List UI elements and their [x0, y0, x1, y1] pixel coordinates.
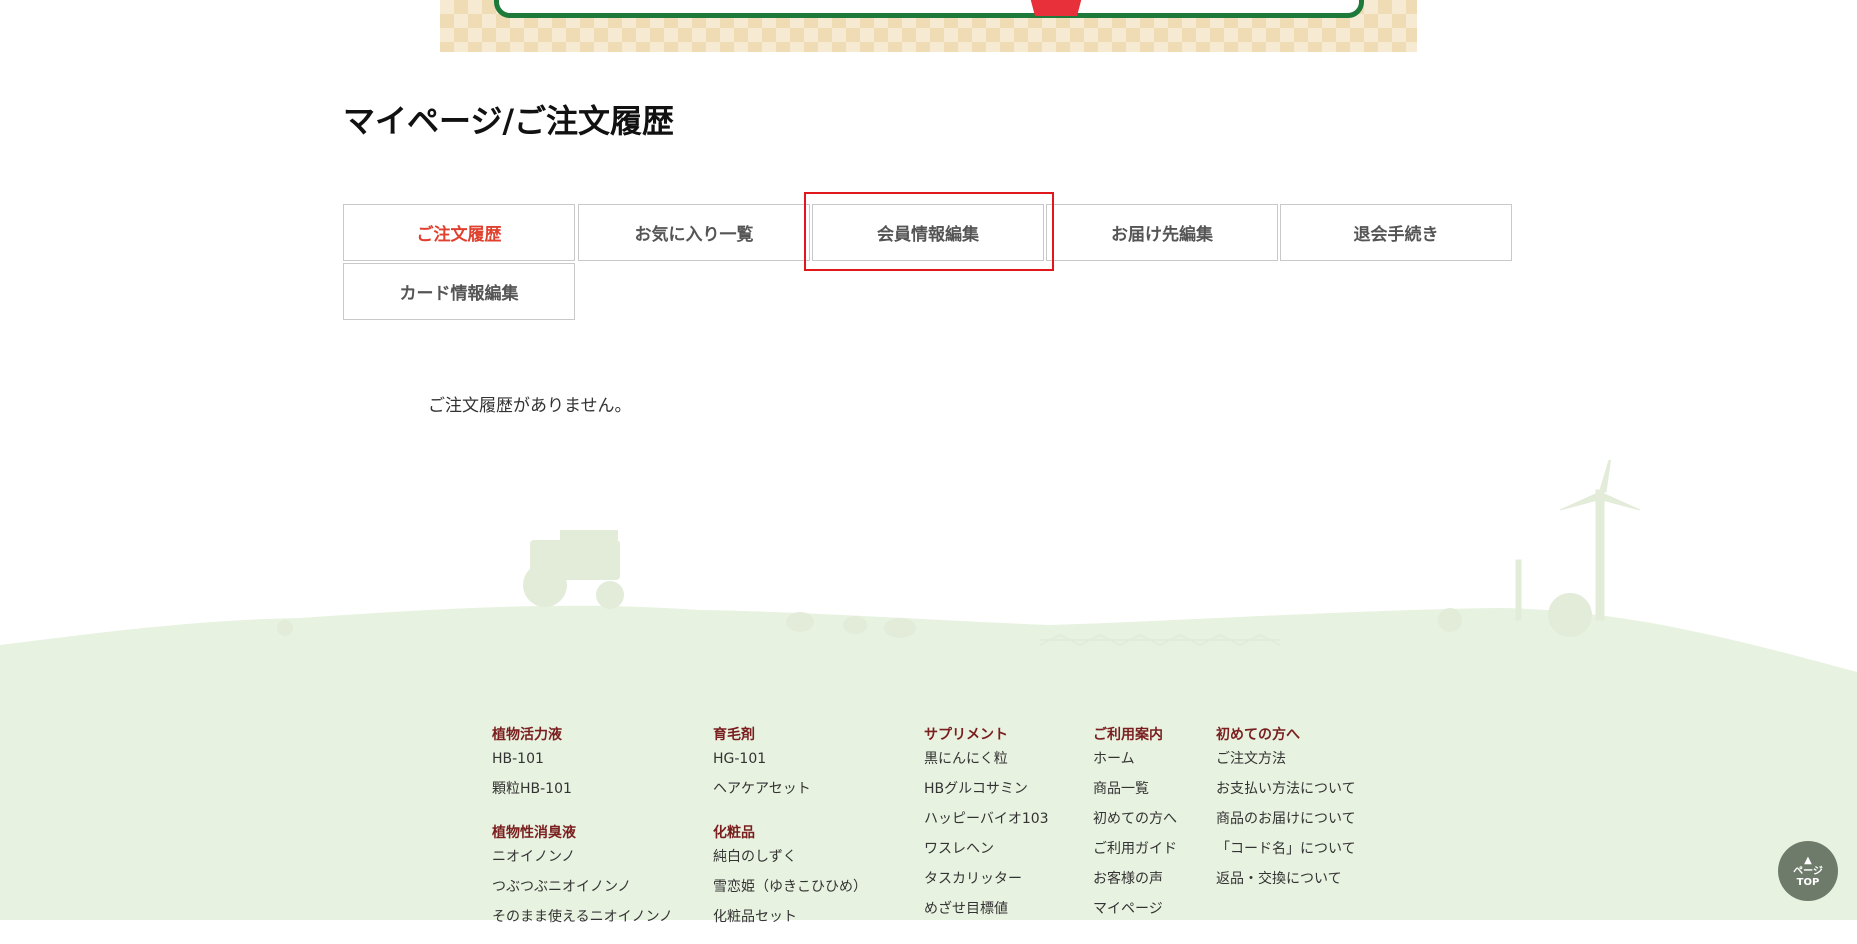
- footer-link[interactable]: HBグルコサミン: [924, 780, 1049, 810]
- footer-link[interactable]: めざせ目標値: [924, 900, 1049, 930]
- footer-link[interactable]: お客様の声: [1093, 870, 1177, 900]
- page-top-label-top: TOP: [1796, 876, 1820, 888]
- tab-order-history[interactable]: ご注文履歴: [343, 204, 575, 261]
- footer-column-first-time: 初めての方へ ご注文方法 お支払い方法について 商品のお届けについて 「コード名…: [1216, 724, 1356, 906]
- tab-favorites[interactable]: お気に入り一覧: [578, 204, 810, 261]
- mypage-tabs: ご注文履歴 お気に入り一覧 会員情報編集 お届け先編集 退会手続き カード情報編…: [343, 204, 1515, 322]
- footer-link[interactable]: ご注文方法: [1216, 750, 1356, 780]
- footer-column-hair-cosmetics: 育毛剤 HG-101 ヘアケアセット 化粧品 純白のしずく 雪恋姫（ゆきこひひめ…: [713, 724, 867, 944]
- footer-heading: 育毛剤: [713, 727, 755, 743]
- footer-link[interactable]: ご利用ガイド: [1093, 840, 1177, 870]
- footer-heading: ご利用案内: [1093, 727, 1163, 743]
- footer-link[interactable]: ハッピーバイオ103: [924, 810, 1049, 840]
- footer-link[interactable]: マイページ: [1093, 900, 1177, 930]
- tab-delivery-address[interactable]: お届け先編集: [1046, 204, 1278, 261]
- arrow-up-icon: ▲: [1804, 854, 1812, 866]
- footer-heading: 植物活力液: [492, 727, 562, 743]
- footer-heading: サプリメント: [924, 727, 1008, 743]
- footer-link[interactable]: 初めての方へ: [1093, 810, 1177, 840]
- empty-order-message: ご注文履歴がありません。: [428, 396, 632, 416]
- footer-link[interactable]: ホーム: [1093, 750, 1177, 780]
- footer-link[interactable]: 「コード名」について: [1216, 840, 1356, 870]
- footer-link[interactable]: タスカリッター: [924, 870, 1049, 900]
- footer-link[interactable]: HB-101: [492, 750, 673, 780]
- top-banner: [440, 0, 1417, 52]
- footer-link[interactable]: そのまま使えるニオイノンノ: [492, 908, 673, 938]
- footer-link[interactable]: 黒にんにく粒: [924, 750, 1049, 780]
- footer-link[interactable]: 純白のしずく: [713, 848, 867, 878]
- banner-frame: [494, 0, 1364, 18]
- gift-image: [1030, 0, 1082, 16]
- footer-link[interactable]: 商品のお届けについて: [1216, 810, 1356, 840]
- footer-link[interactable]: ニオイノンノ: [492, 848, 673, 878]
- farm-silhouette-illustration: [0, 460, 1857, 675]
- footer-column-plant: 植物活力液 HB-101 顆粒HB-101 植物性消臭液 ニオイノンノ つぶつぶ…: [492, 724, 673, 944]
- tab-withdrawal[interactable]: 退会手続き: [1280, 204, 1512, 261]
- footer-link[interactable]: 返品・交換について: [1216, 870, 1356, 900]
- footer-link[interactable]: ヘアケアセット: [713, 780, 867, 810]
- footer-link[interactable]: つぶつぶニオイノンノ: [492, 878, 673, 908]
- tab-member-info[interactable]: 会員情報編集: [812, 204, 1044, 261]
- footer-link[interactable]: HG-101: [713, 750, 867, 780]
- page-top-button[interactable]: ▲ ページ TOP: [1778, 841, 1838, 901]
- footer-heading: 初めての方へ: [1216, 727, 1300, 743]
- footer-column-guide: ご利用案内 ホーム 商品一覧 初めての方へ ご利用ガイド お客様の声 マイページ: [1093, 724, 1177, 936]
- footer-heading: 化粧品: [713, 825, 755, 841]
- footer-heading: 植物性消臭液: [492, 825, 576, 841]
- footer-link[interactable]: ワスレヘン: [924, 840, 1049, 870]
- footer-column-supplements: サプリメント 黒にんにく粒 HBグルコサミン ハッピーバイオ103 ワスレヘン …: [924, 724, 1049, 936]
- footer-link[interactable]: 商品一覧: [1093, 780, 1177, 810]
- footer-link[interactable]: 化粧品セット: [713, 908, 867, 938]
- footer-link[interactable]: 雪恋姫（ゆきこひひめ）: [713, 878, 867, 908]
- footer-link[interactable]: 顆粒HB-101: [492, 780, 673, 810]
- page-title: マイページ/ご注文履歴: [343, 102, 675, 140]
- footer-link[interactable]: お支払い方法について: [1216, 780, 1356, 810]
- tab-card-info[interactable]: カード情報編集: [343, 263, 575, 320]
- page-top-label: ページ: [1793, 865, 1823, 877]
